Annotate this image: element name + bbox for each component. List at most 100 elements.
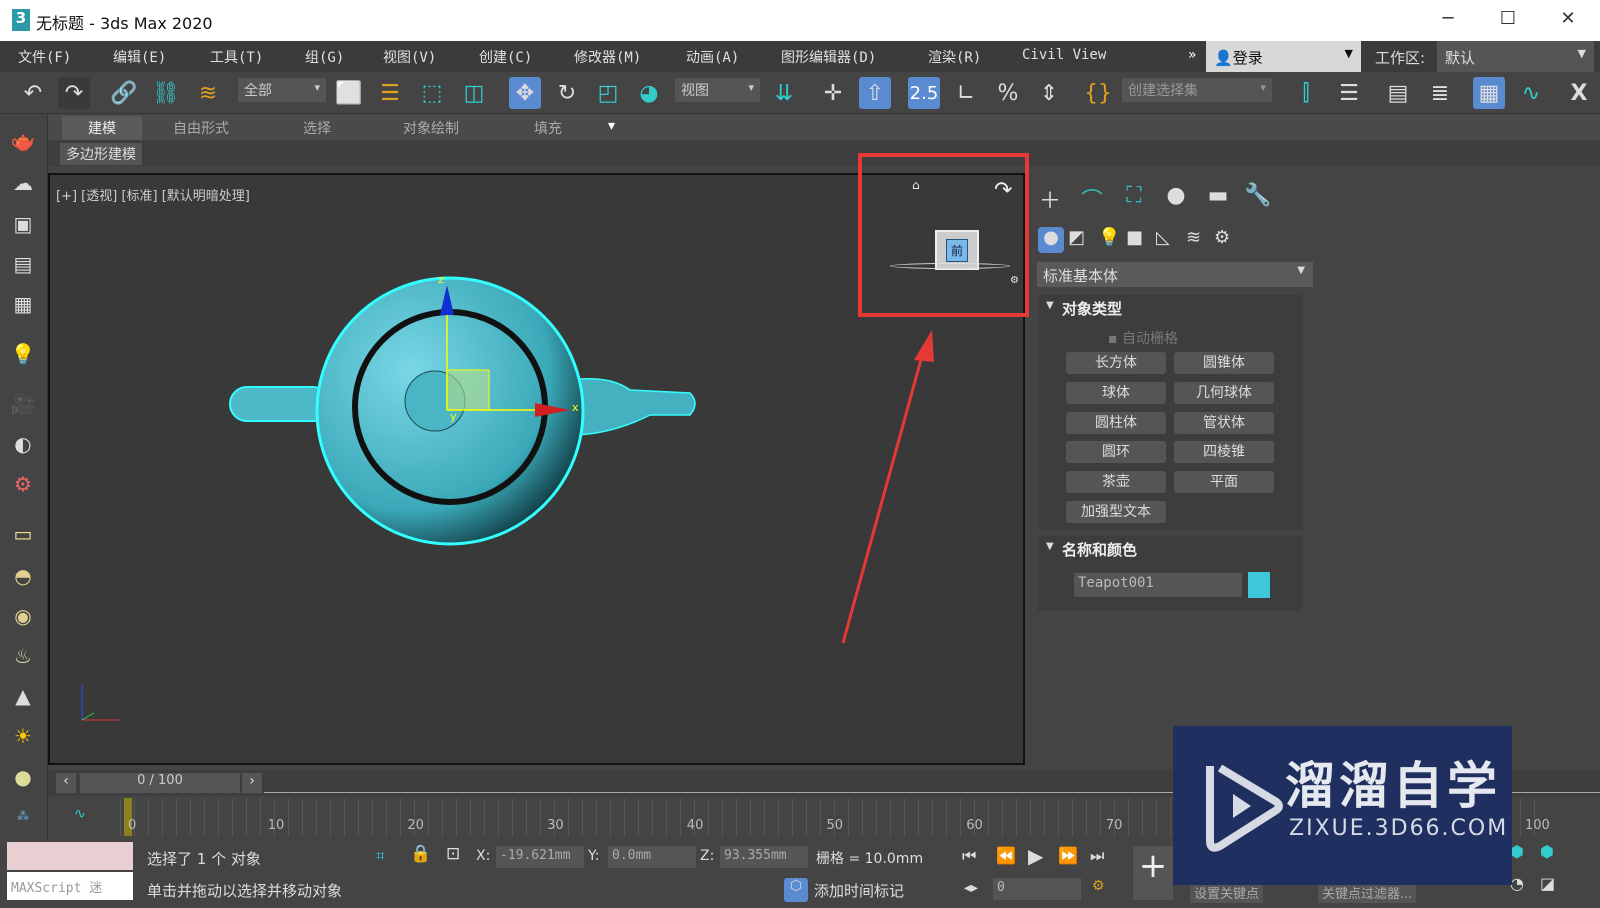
ribbon-options-icon[interactable]: ▾ (608, 118, 615, 134)
key-filters-button[interactable]: 关键点过滤器... (1318, 882, 1417, 903)
torus-button[interactable]: 圆环 (1066, 441, 1166, 463)
prev-frame-button[interactable]: ‹ (56, 773, 76, 793)
cloud-icon[interactable]: ☁ (8, 171, 38, 201)
sphere-half-icon[interactable]: ◐ (8, 432, 38, 462)
menu-group[interactable]: 组(G) (305, 47, 344, 67)
teapot-primitive-icon[interactable]: ♨ (8, 644, 38, 674)
cameras-icon[interactable]: ■ (1126, 227, 1143, 248)
go-to-end-icon[interactable]: ⏭ (1090, 846, 1104, 866)
align-icon[interactable]: ☰ (1333, 77, 1365, 109)
snap-toggle-icon[interactable]: 2.5 (908, 77, 940, 109)
render-frame-icon[interactable]: ▣ (8, 212, 38, 242)
plane-icon[interactable]: ▭ (8, 522, 38, 552)
angle-snap-icon[interactable]: ∟ (950, 77, 982, 109)
pyramid-button[interactable]: 四棱锥 (1174, 441, 1274, 463)
select-by-name-icon[interactable]: ☰ (374, 77, 406, 109)
rect-selection-icon[interactable]: ⬚ (416, 77, 448, 109)
maxscript-listener-output[interactable] (7, 842, 133, 870)
maxscript-input[interactable]: MAXScript 迷 (7, 872, 133, 900)
cone-icon[interactable]: ▲ (8, 684, 38, 714)
cone-button[interactable]: 圆锥体 (1174, 352, 1274, 374)
minimize-button[interactable]: ─ (1433, 8, 1463, 29)
move-icon[interactable]: ✥ (509, 77, 541, 109)
box-button[interactable]: 长方体 (1066, 352, 1166, 374)
bind-spacewarp-icon[interactable]: ≋ (192, 77, 224, 109)
lights-icon[interactable]: 💡 (1098, 227, 1120, 248)
select-object-icon[interactable]: ⬜ (333, 77, 365, 109)
lock-icon[interactable]: 🔒 (410, 844, 431, 864)
curve-editor-icon[interactable]: ∿ (1515, 77, 1547, 109)
geosphere-button[interactable]: 几何球体 (1174, 382, 1274, 404)
display-tab-icon[interactable]: ▬ (1200, 183, 1236, 215)
menu-edit[interactable]: 编辑(E) (113, 47, 166, 67)
time-tag-icon[interactable]: ⬡ (784, 878, 808, 902)
tab-object-paint[interactable]: 对象绘制 (403, 118, 459, 138)
pivot-center-icon[interactable]: ⇊ (768, 77, 800, 109)
tab-freeform[interactable]: 自由形式 (173, 118, 229, 138)
login-dropdown[interactable]: 👤登录 ▼ (1206, 41, 1361, 72)
percent-snap-icon[interactable]: % (992, 77, 1024, 109)
cylinder-button[interactable]: 圆柱体 (1066, 412, 1166, 434)
teapot-button[interactable]: 茶壶 (1066, 471, 1166, 493)
particles-icon[interactable]: ⁂ (8, 809, 38, 839)
reference-coordinate-dropdown[interactable]: 视图 (675, 78, 760, 102)
time-slider-thumb[interactable]: 0 / 100 (80, 773, 240, 793)
textplus-button[interactable]: 加强型文本 (1066, 501, 1166, 523)
workspace-dropdown[interactable]: 默认 ▼ (1437, 41, 1594, 72)
keyboard-shortcut-override-icon[interactable]: ⇧ (859, 77, 891, 109)
ball-icon[interactable]: ● (8, 765, 38, 795)
toggle-ribbon-icon[interactable]: ▦ (1473, 77, 1505, 109)
name-color-title[interactable]: 名称和颜色 (1062, 539, 1137, 560)
close-button[interactable]: ✕ (1553, 8, 1583, 29)
polygon-modeling-panel[interactable]: 多边形建模 (60, 143, 142, 165)
orbit-icon[interactable]: ⬢ (1510, 842, 1524, 861)
walkthrough-icon[interactable]: ⬢ (1540, 842, 1554, 861)
sphere-button[interactable]: 球体 (1066, 382, 1166, 404)
tube-button[interactable]: 管状体 (1174, 412, 1274, 434)
collapse-icon[interactable]: ▼ (1046, 541, 1054, 552)
category-dropdown[interactable]: 标准基本体 ▼ (1037, 262, 1313, 287)
select-manipulate-icon[interactable]: ✛ (817, 77, 849, 109)
tab-modeling[interactable]: 建模 (62, 116, 142, 140)
play-icon[interactable]: ▶ (1028, 844, 1043, 868)
set-key-icon[interactable]: + (1133, 846, 1173, 900)
object-name-input[interactable]: Teapot001 (1074, 573, 1242, 597)
menu-tools[interactable]: 工具(T) (210, 47, 263, 67)
more-menu-icon[interactable]: » (1188, 47, 1197, 63)
table-icon[interactable]: ▦ (8, 292, 38, 322)
light-icon[interactable]: 💡 (8, 342, 38, 372)
menu-animation[interactable]: 动画(A) (686, 47, 739, 67)
object-color-swatch[interactable] (1248, 572, 1270, 598)
window-crossing-icon[interactable]: ◫ (458, 77, 490, 109)
undo-icon[interactable]: ↶ (17, 77, 49, 109)
edit-named-selection-icon[interactable]: {} (1082, 77, 1114, 109)
link-icon[interactable]: 🔗 (108, 77, 140, 109)
menu-graph-editors[interactable]: 图形编辑器(D) (781, 47, 876, 67)
set-key-button[interactable]: 设置关键点 (1190, 882, 1264, 903)
isolate-selection-icon[interactable]: ⌗ (376, 846, 385, 866)
menu-modifiers[interactable]: 修改器(M) (574, 47, 641, 67)
mini-curve-editor-icon[interactable]: ∿ (74, 806, 86, 822)
current-frame-input[interactable]: 0 (993, 878, 1081, 900)
layer-explorer-icon[interactable]: ≣ (1424, 77, 1456, 109)
document-icon[interactable]: ▤ (8, 252, 38, 282)
autogrid-checkbox[interactable]: ▪ 自动栅格 (1108, 328, 1178, 348)
render-icon[interactable]: ⚙ (8, 472, 38, 502)
time-config-icon[interactable]: ⚙ (1092, 878, 1105, 894)
dome-icon[interactable]: ◓ (8, 564, 38, 594)
menu-view[interactable]: 视图(V) (383, 47, 436, 67)
camera-icon[interactable]: 🎥 (8, 392, 38, 422)
y-coordinate-input[interactable]: 0.0mm (608, 846, 696, 868)
next-key-icon[interactable]: ⏩ (1058, 846, 1078, 865)
shapes-icon[interactable]: ◩ (1068, 227, 1085, 248)
maximize-button[interactable]: ☐ (1493, 8, 1523, 29)
mirror-icon[interactable]: ⫿ (1290, 77, 1322, 109)
tab-populate[interactable]: 填充 (534, 118, 562, 138)
scene-explorer-icon[interactable]: ▤ (1382, 77, 1414, 109)
geometry-icon[interactable]: ● (1038, 227, 1064, 253)
object-type-title[interactable]: 对象类型 (1062, 298, 1122, 319)
selection-filter-dropdown[interactable]: 全部 (238, 78, 326, 102)
systems-icon[interactable]: ⚙ (1214, 227, 1230, 248)
spinner-snap-icon[interactable]: ⇕ (1033, 77, 1065, 109)
teapot-icon[interactable]: 🫖 (8, 129, 38, 159)
